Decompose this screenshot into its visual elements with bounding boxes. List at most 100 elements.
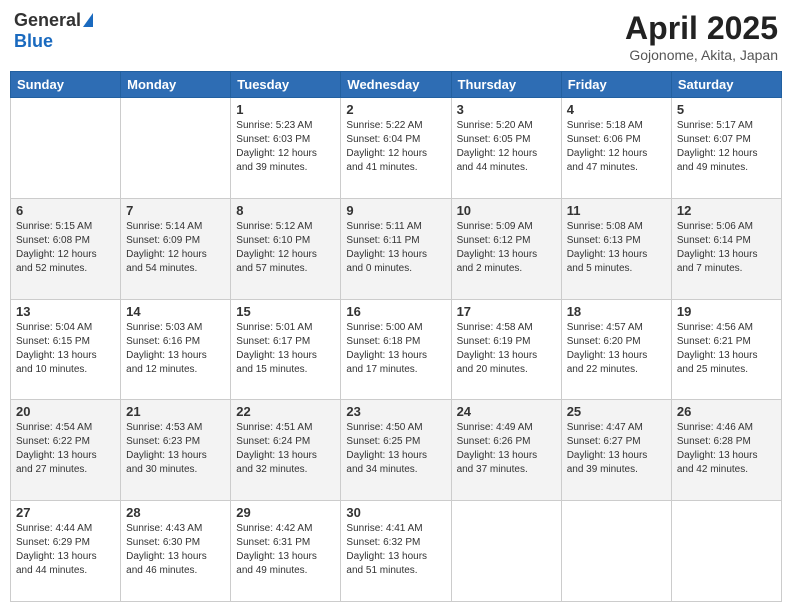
calendar-cell: 14 Sunrise: 5:03 AM Sunset: 6:16 PM Dayli… (121, 299, 231, 400)
day-header-sunday: Sunday (11, 72, 121, 98)
day-number: 17 (457, 304, 556, 319)
day-number: 24 (457, 404, 556, 419)
calendar-cell: 23 Sunrise: 4:50 AM Sunset: 6:25 PM Dayli… (341, 400, 451, 501)
cell-info: Sunrise: 5:01 AM Sunset: 6:17 PM Dayligh… (236, 321, 335, 377)
day-number: 10 (457, 203, 556, 218)
day-number: 22 (236, 404, 335, 419)
day-number: 15 (236, 304, 335, 319)
calendar-cell (671, 501, 781, 602)
cell-info: Sunrise: 4:51 AM Sunset: 6:24 PM Dayligh… (236, 421, 335, 477)
cell-info: Sunrise: 5:15 AM Sunset: 6:08 PM Dayligh… (16, 220, 115, 276)
cell-info: Sunrise: 5:14 AM Sunset: 6:09 PM Dayligh… (126, 220, 225, 276)
day-number: 4 (567, 102, 666, 117)
cell-info: Sunrise: 4:42 AM Sunset: 6:31 PM Dayligh… (236, 522, 335, 578)
cell-info: Sunrise: 4:53 AM Sunset: 6:23 PM Dayligh… (126, 421, 225, 477)
day-number: 16 (346, 304, 445, 319)
page: General Blue April 2025 Gojonome, Akita,… (0, 0, 792, 612)
calendar-cell (451, 501, 561, 602)
day-number: 21 (126, 404, 225, 419)
day-number: 14 (126, 304, 225, 319)
logo-general-text: General (14, 10, 81, 31)
day-header-tuesday: Tuesday (231, 72, 341, 98)
day-number: 25 (567, 404, 666, 419)
calendar-cell: 29Sunrise: 4:42 AM Sunset: 6:31 PM Dayli… (231, 501, 341, 602)
day-header-wednesday: Wednesday (341, 72, 451, 98)
header-row: SundayMondayTuesdayWednesdayThursdayFrid… (11, 72, 782, 98)
cell-info: Sunrise: 5:11 AM Sunset: 6:11 PM Dayligh… (346, 220, 445, 276)
calendar-cell: 11 Sunrise: 5:08 AM Sunset: 6:13 PM Dayli… (561, 198, 671, 299)
cell-info: Sunrise: 5:00 AM Sunset: 6:18 PM Dayligh… (346, 321, 445, 377)
day-number: 1 (236, 102, 335, 117)
cell-info: Sunrise: 5:23 AM Sunset: 6:03 PM Dayligh… (236, 119, 335, 175)
day-header-friday: Friday (561, 72, 671, 98)
calendar-cell: 20 Sunrise: 4:54 AM Sunset: 6:22 PM Dayli… (11, 400, 121, 501)
calendar-cell: 17 Sunrise: 4:58 AM Sunset: 6:19 PM Dayli… (451, 299, 561, 400)
calendar-cell: 18 Sunrise: 4:57 AM Sunset: 6:20 PM Dayli… (561, 299, 671, 400)
cell-info: Sunrise: 5:22 AM Sunset: 6:04 PM Dayligh… (346, 119, 445, 175)
day-number: 23 (346, 404, 445, 419)
header: General Blue April 2025 Gojonome, Akita,… (10, 10, 782, 63)
calendar-table: SundayMondayTuesdayWednesdayThursdayFrid… (10, 71, 782, 602)
calendar-cell: 25 Sunrise: 4:47 AM Sunset: 6:27 PM Dayli… (561, 400, 671, 501)
cell-info: Sunrise: 4:47 AM Sunset: 6:27 PM Dayligh… (567, 421, 666, 477)
calendar-cell: 28 Sunrise: 4:43 AM Sunset: 6:30 PM Dayli… (121, 501, 231, 602)
day-number: 9 (346, 203, 445, 218)
day-number: 30 (346, 505, 445, 520)
day-number: 27 (16, 505, 115, 520)
day-number: 20 (16, 404, 115, 419)
calendar-cell: 16 Sunrise: 5:00 AM Sunset: 6:18 PM Dayli… (341, 299, 451, 400)
logo-blue-text: Blue (14, 31, 53, 52)
cell-info: Sunrise: 4:44 AM Sunset: 6:29 PM Dayligh… (16, 522, 115, 578)
calendar-cell: 8Sunrise: 5:12 AM Sunset: 6:10 PM Daylig… (231, 198, 341, 299)
day-number: 26 (677, 404, 776, 419)
calendar-cell (561, 501, 671, 602)
day-number: 7 (126, 203, 225, 218)
calendar-cell (11, 98, 121, 199)
cell-info: Sunrise: 4:50 AM Sunset: 6:25 PM Dayligh… (346, 421, 445, 477)
calendar-cell: 15 Sunrise: 5:01 AM Sunset: 6:17 PM Dayli… (231, 299, 341, 400)
cell-info: Sunrise: 4:43 AM Sunset: 6:30 PM Dayligh… (126, 522, 225, 578)
day-number: 5 (677, 102, 776, 117)
calendar-cell: 12Sunrise: 5:06 AM Sunset: 6:14 PM Dayli… (671, 198, 781, 299)
calendar-cell: 6Sunrise: 5:15 AM Sunset: 6:08 PM Daylig… (11, 198, 121, 299)
day-number: 11 (567, 203, 666, 218)
calendar-cell: 7 Sunrise: 5:14 AM Sunset: 6:09 PM Daylig… (121, 198, 231, 299)
cell-info: Sunrise: 5:03 AM Sunset: 6:16 PM Dayligh… (126, 321, 225, 377)
calendar-cell: 2Sunrise: 5:22 AM Sunset: 6:04 PM Daylig… (341, 98, 451, 199)
cell-info: Sunrise: 4:41 AM Sunset: 6:32 PM Dayligh… (346, 522, 445, 578)
cell-info: Sunrise: 5:08 AM Sunset: 6:13 PM Dayligh… (567, 220, 666, 276)
day-number: 3 (457, 102, 556, 117)
calendar-cell: 21 Sunrise: 4:53 AM Sunset: 6:23 PM Dayli… (121, 400, 231, 501)
logo: General Blue (14, 10, 93, 52)
day-number: 13 (16, 304, 115, 319)
cell-info: Sunrise: 4:49 AM Sunset: 6:26 PM Dayligh… (457, 421, 556, 477)
calendar-cell: 3Sunrise: 5:20 AM Sunset: 6:05 PM Daylig… (451, 98, 561, 199)
cell-info: Sunrise: 4:58 AM Sunset: 6:19 PM Dayligh… (457, 321, 556, 377)
day-number: 18 (567, 304, 666, 319)
calendar-cell: 9 Sunrise: 5:11 AM Sunset: 6:11 PM Daylig… (341, 198, 451, 299)
week-row-4: 20 Sunrise: 4:54 AM Sunset: 6:22 PM Dayli… (11, 400, 782, 501)
calendar-cell: 4 Sunrise: 5:18 AM Sunset: 6:06 PM Daylig… (561, 98, 671, 199)
day-number: 8 (236, 203, 335, 218)
calendar-title: April 2025 (625, 10, 778, 47)
day-header-saturday: Saturday (671, 72, 781, 98)
day-header-thursday: Thursday (451, 72, 561, 98)
week-row-3: 13Sunrise: 5:04 AM Sunset: 6:15 PM Dayli… (11, 299, 782, 400)
calendar-cell: 5 Sunrise: 5:17 AM Sunset: 6:07 PM Daylig… (671, 98, 781, 199)
day-header-monday: Monday (121, 72, 231, 98)
title-block: April 2025 Gojonome, Akita, Japan (625, 10, 778, 63)
week-row-1: 1 Sunrise: 5:23 AM Sunset: 6:03 PM Daylig… (11, 98, 782, 199)
calendar-cell: 13Sunrise: 5:04 AM Sunset: 6:15 PM Dayli… (11, 299, 121, 400)
cell-info: Sunrise: 4:54 AM Sunset: 6:22 PM Dayligh… (16, 421, 115, 477)
day-number: 28 (126, 505, 225, 520)
week-row-2: 6Sunrise: 5:15 AM Sunset: 6:08 PM Daylig… (11, 198, 782, 299)
logo-triangle-icon (83, 13, 93, 27)
calendar-location: Gojonome, Akita, Japan (625, 47, 778, 63)
calendar-cell: 10Sunrise: 5:09 AM Sunset: 6:12 PM Dayli… (451, 198, 561, 299)
cell-info: Sunrise: 4:57 AM Sunset: 6:20 PM Dayligh… (567, 321, 666, 377)
cell-info: Sunrise: 4:46 AM Sunset: 6:28 PM Dayligh… (677, 421, 776, 477)
calendar-cell: 19Sunrise: 4:56 AM Sunset: 6:21 PM Dayli… (671, 299, 781, 400)
day-number: 12 (677, 203, 776, 218)
cell-info: Sunrise: 5:18 AM Sunset: 6:06 PM Dayligh… (567, 119, 666, 175)
cell-info: Sunrise: 5:17 AM Sunset: 6:07 PM Dayligh… (677, 119, 776, 175)
